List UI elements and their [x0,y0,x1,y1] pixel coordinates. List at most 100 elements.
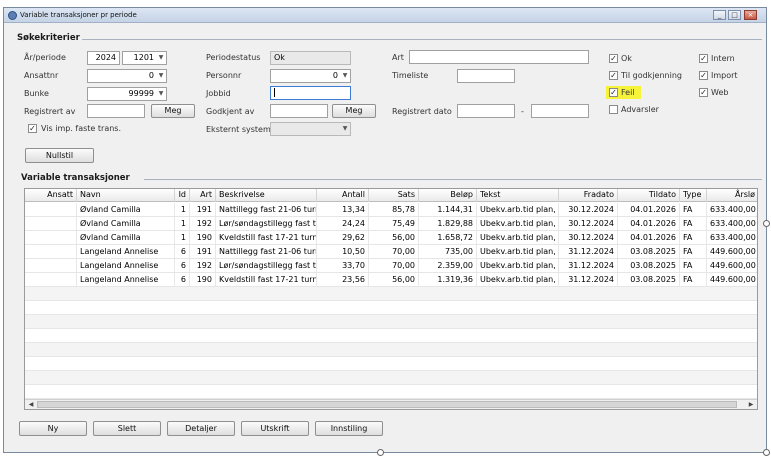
resize-handle-corner[interactable] [763,449,770,456]
cell-arslonn: 449.600,00 [707,259,757,272]
cell-belop: 735,00 [419,245,477,258]
detaljer-button[interactable]: Detaljer [167,421,235,436]
cell-belop: 1.144,31 [419,203,477,216]
table-row[interactable]: Øvland Camilla 1 191 Nattillegg fast 21-06 … [25,203,757,217]
cell-navn: Øvland Camilla [77,217,175,230]
col-art[interactable]: Art [190,189,216,202]
empty-table-row[interactable] [25,357,757,371]
col-type[interactable]: Type [680,189,707,202]
empty-table-row[interactable] [25,301,757,315]
resize-handle-right[interactable] [763,220,770,227]
col-antall[interactable]: Antall [317,189,369,202]
col-navn[interactable]: Navn [77,189,175,202]
personnr-value: 0 [332,71,338,80]
intern-checkbox[interactable]: ✓ [699,54,708,63]
horizontal-scrollbar[interactable]: ◀ ▶ [25,399,757,409]
eksternt-system-select[interactable]: ▼ [270,122,351,136]
ok-checkbox[interactable]: ✓ [609,54,618,63]
cell-sats: 56,00 [369,231,419,244]
empty-table-row[interactable] [25,287,757,301]
registrert-dato-to-input[interactable] [531,104,589,118]
resize-handle-bottom[interactable] [377,449,384,456]
cell-fradato: 31.12.2024 [559,259,618,272]
cell-art: 192 [190,217,216,230]
scroll-right-icon[interactable]: ▶ [746,400,756,409]
innstiling-button[interactable]: Innstiling [315,421,383,436]
cell-ansatt [25,231,77,244]
check-icon: ✓ [29,124,36,133]
table-row[interactable]: Øvland Camilla 1 190 Kveldstill fast 17-21 … [25,231,757,245]
maximize-button[interactable]: □ [728,10,741,20]
col-arslonn[interactable]: Årslø [707,189,757,202]
window-title: Variable transaksjoner pr periode [20,11,137,19]
ansattnr-select[interactable]: 0 ▼ [87,69,167,83]
minimize-button[interactable]: _ [713,10,726,20]
godkjent-av-label: Godkjent av [206,107,255,116]
table-row[interactable]: Langeland Annelise 6 190 Kveldstill fast 17… [25,273,757,287]
ny-button[interactable]: Ny [19,421,87,436]
empty-table-row[interactable] [25,343,757,357]
feil-checkbox[interactable]: ✓ [609,88,618,97]
col-fradato[interactable]: Fradato [559,189,618,202]
col-belop[interactable]: Beløp [419,189,477,202]
godkjent-av-input[interactable] [270,104,328,118]
personnr-select[interactable]: 0 ▼ [270,69,351,83]
col-ansatt[interactable]: Ansatt [25,189,77,202]
timeliste-input[interactable] [457,69,515,83]
jobbid-input[interactable] [270,86,351,100]
cell-ansatt [25,259,77,272]
col-tildato[interactable]: Tildato [618,189,680,202]
close-button[interactable]: × [744,10,757,20]
registrert-dato-from-input[interactable] [457,104,515,118]
godkjent-av-meg-button[interactable]: Meg [332,104,376,118]
scrollbar-thumb[interactable] [37,401,737,408]
cell-tildato: 04.01.2026 [618,231,680,244]
slett-button[interactable]: Slett [93,421,161,436]
transactions-grid[interactable]: Ansatt Navn Id Art Beskrivelse Antall Sa… [24,188,758,410]
cell-fradato: 31.12.2024 [559,273,618,286]
check-icon: ✓ [700,71,707,80]
col-beskrivelse[interactable]: Beskrivelse [216,189,317,202]
col-sats[interactable]: Sats [369,189,419,202]
web-checkbox[interactable]: ✓ [699,88,708,97]
import-checkbox[interactable]: ✓ [699,71,708,80]
table-row[interactable]: Langeland Annelise 6 191 Nattillegg fast 21… [25,245,757,259]
advarsler-label: Advarsler [621,105,659,114]
table-row[interactable]: Langeland Annelise 6 192 Lør/søndagstillegg… [25,259,757,273]
col-tekst[interactable]: Tekst [477,189,559,202]
empty-table-row[interactable] [25,329,757,343]
chevron-down-icon[interactable]: ▼ [156,70,166,82]
bunke-value: 99999 [128,89,154,98]
period-select[interactable]: 1201 ▼ [122,51,167,65]
til-godkjenning-checkbox[interactable]: ✓ [609,71,618,80]
chevron-down-icon[interactable]: ▼ [340,123,350,135]
cell-type: FA [680,245,707,258]
cell-antall: 29,62 [317,231,369,244]
cell-ansatt [25,203,77,216]
empty-table-row[interactable] [25,315,757,329]
nullstill-button[interactable]: Nullstil [25,148,94,163]
chevron-down-icon[interactable]: ▼ [340,70,350,82]
chevron-down-icon[interactable]: ▼ [156,88,166,100]
registrert-av-input[interactable] [87,104,145,118]
art-input[interactable] [409,50,589,64]
scroll-left-icon[interactable]: ◀ [26,400,36,409]
advarsler-checkbox[interactable] [609,105,618,114]
table-row[interactable]: Øvland Camilla 1 192 Lør/søndagstillegg fas… [25,217,757,231]
cell-navn: Øvland Camilla [77,231,175,244]
cell-antall: 13,34 [317,203,369,216]
vis-imp-checkbox[interactable]: ✓ [28,124,37,133]
vis-imp-label: Vis imp. faste trans. [41,124,122,133]
cell-tekst: Ubekv.arb.tid plan, [477,217,559,230]
title-bar[interactable]: Variable transaksjoner pr periode _ □ × [4,8,766,23]
empty-table-row[interactable] [25,385,757,399]
chevron-down-icon[interactable]: ▼ [156,52,166,64]
cell-navn: Langeland Annelise [77,259,175,272]
bunke-select[interactable]: 99999 ▼ [87,87,167,101]
cell-navn: Øvland Camilla [77,203,175,216]
col-id[interactable]: Id [175,189,190,202]
utskrift-button[interactable]: Utskrift [241,421,309,436]
empty-table-row[interactable] [25,371,757,385]
year-input[interactable]: 2024 [87,51,120,65]
registrert-av-meg-button[interactable]: Meg [151,104,195,118]
